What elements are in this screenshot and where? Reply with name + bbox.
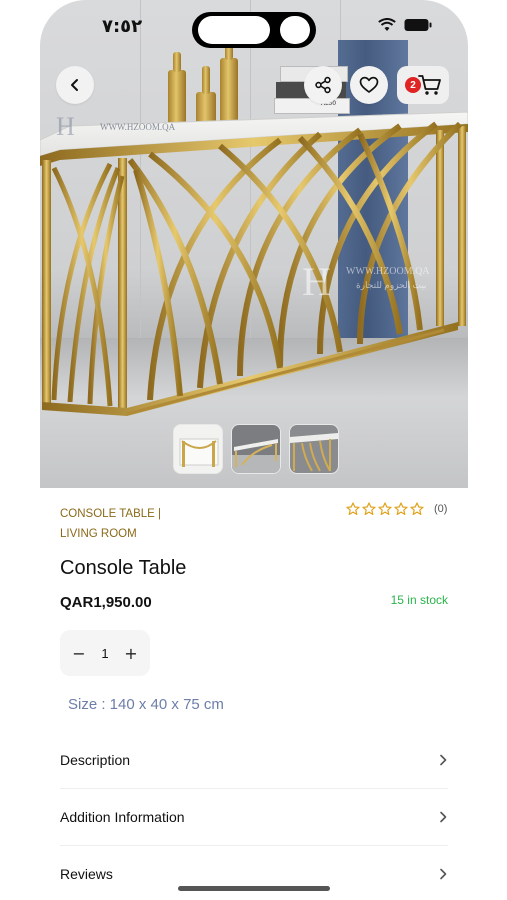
- watermark-logo: H: [56, 112, 75, 141]
- share-button[interactable]: [304, 66, 342, 104]
- back-button[interactable]: [56, 66, 94, 104]
- watermark-url: WWW.HZOOM.QA: [100, 122, 176, 132]
- increase-quantity-button[interactable]: +: [120, 642, 142, 664]
- category-console-table[interactable]: CONSOLE TABLE |: [60, 504, 161, 524]
- cart-count-badge: 2: [405, 77, 421, 93]
- home-indicator[interactable]: [178, 886, 330, 891]
- category-living-room[interactable]: LIVING ROOM: [60, 524, 161, 544]
- wishlist-button[interactable]: [350, 66, 388, 104]
- thumbnail-2[interactable]: [231, 424, 281, 474]
- product-size: Size : 140 x 40 x 75 cm: [68, 696, 224, 713]
- product-price: QAR1,950.00: [60, 594, 152, 611]
- product-title: Console Table: [60, 557, 187, 579]
- share-icon: [315, 76, 331, 94]
- rating-stars-icon: [346, 502, 424, 515]
- rating[interactable]: (0): [346, 502, 447, 516]
- section-label: Reviews: [60, 866, 113, 882]
- decrease-quantity-button[interactable]: −: [68, 642, 90, 664]
- chevron-left-icon: [71, 79, 78, 91]
- chevron-right-icon: [440, 811, 447, 823]
- section-label: Description: [60, 752, 131, 768]
- heart-icon: [359, 76, 379, 93]
- thumbnail-1[interactable]: [173, 424, 223, 474]
- additional-information-section[interactable]: Addition Information: [60, 789, 448, 846]
- quantity-stepper: − 1 +: [60, 630, 150, 676]
- product-screen: AL50 H WWW.HZOOM.QA H WWW.HZOOM.QA بيت ا…: [40, 0, 468, 900]
- cart-icon: [418, 75, 441, 95]
- section-label: Addition Information: [60, 809, 185, 825]
- description-section[interactable]: Description: [60, 732, 448, 789]
- battery-icon: [404, 19, 432, 31]
- status-icons: [378, 18, 432, 32]
- watermark-arabic: بيت الحزوم للتجارة: [356, 280, 427, 290]
- status-time: ٧:٥٢: [102, 16, 143, 37]
- stock-status: 15 in stock: [390, 593, 448, 607]
- product-image[interactable]: AL50 H WWW.HZOOM.QA H WWW.HZOOM.QA بيت ا…: [40, 0, 468, 488]
- thumbnail-3[interactable]: [289, 424, 339, 474]
- thumbnail-strip: [173, 424, 339, 474]
- watermark-url: WWW.HZOOM.QA: [346, 266, 430, 277]
- chevron-right-icon: [440, 754, 447, 766]
- reviews-section[interactable]: Reviews: [60, 846, 448, 900]
- dynamic-island: [192, 12, 316, 48]
- watermark-logo: H: [302, 259, 331, 304]
- rating-count: (0): [434, 503, 448, 515]
- chevron-right-icon: [440, 868, 447, 880]
- product-categories: CONSOLE TABLE | LIVING ROOM: [60, 504, 161, 544]
- cart-button[interactable]: 2: [397, 66, 449, 104]
- wifi-icon: [378, 18, 396, 31]
- quantity-value: 1: [101, 645, 109, 661]
